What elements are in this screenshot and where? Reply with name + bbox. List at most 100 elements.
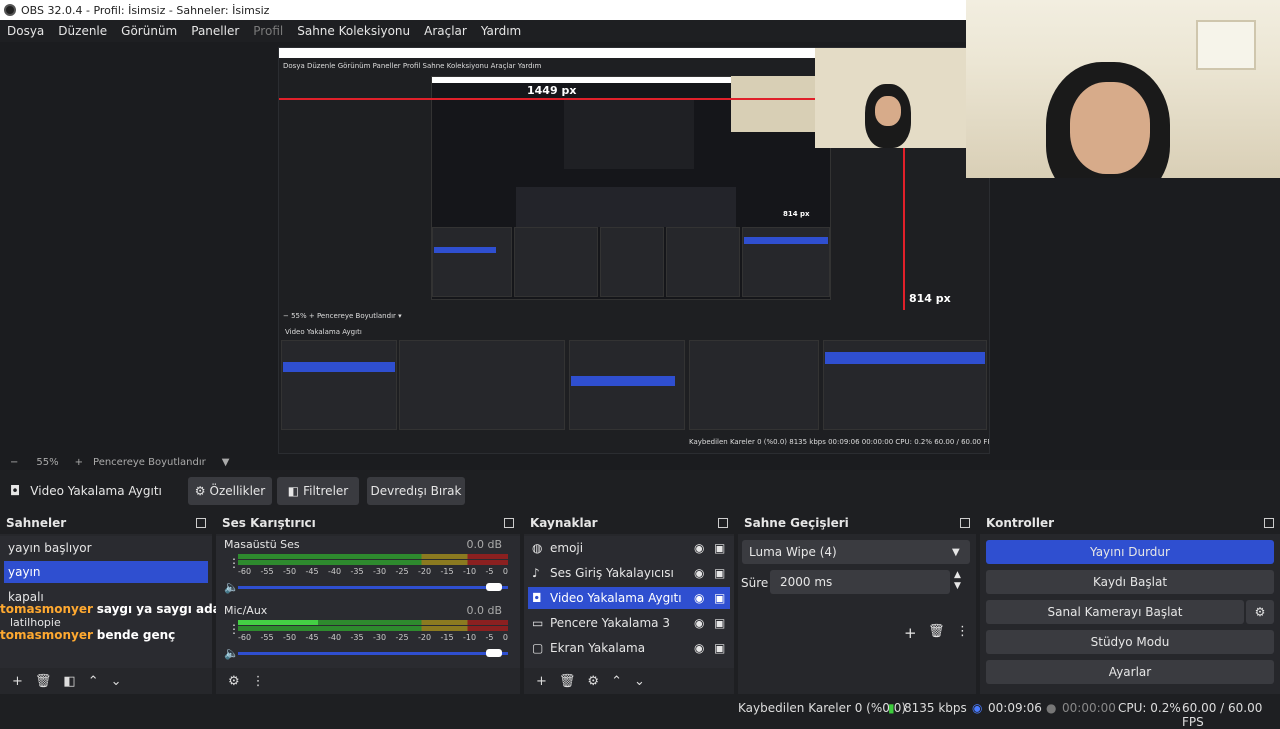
source-item-selected[interactable]: ◘ Video Yakalama Aygıtı ◉ ▣: [528, 587, 730, 609]
gear-icon[interactable]: ⚙: [1246, 600, 1274, 624]
filters-button[interactable]: ◧ Filtreler: [277, 477, 359, 505]
speaker-icon[interactable]: 🔈: [224, 646, 239, 660]
zoom-bar: − 55% + Pencereye Boyutlandır ▼: [0, 454, 1280, 470]
transition-select[interactable]: Luma Wipe (4) ▼: [742, 540, 970, 564]
lock-icon[interactable]: ▣: [714, 541, 730, 555]
preview-canvas[interactable]: Dosya Düzenle Görünüm Paneller Profil Sa…: [278, 47, 990, 454]
source-item[interactable]: ♪ Ses Giriş Yakalayıcısı ◉ ▣: [528, 562, 730, 584]
transition-menu-icon[interactable]: ⋮: [956, 624, 969, 639]
volume-slider-knob[interactable]: [486, 649, 502, 657]
scene-item[interactable]: yayın başlıyor: [4, 537, 208, 559]
properties-button[interactable]: ⚙ Özellikler: [188, 477, 272, 505]
remove-scene-button[interactable]: 🗑: [35, 674, 52, 689]
cpu-usage: CPU: 0.2%: [1118, 701, 1181, 715]
zoom-dropdown-icon[interactable]: ▼: [222, 457, 230, 468]
lock-icon[interactable]: ▣: [714, 641, 730, 655]
move-up-button[interactable]: ⌃: [611, 674, 622, 689]
undock-icon[interactable]: [1264, 518, 1274, 528]
camera-icon: ◘: [10, 483, 21, 499]
camera-icon: ◘: [532, 591, 542, 605]
filter-icon: ◧: [287, 484, 300, 498]
move-up-button[interactable]: ⌃: [88, 674, 99, 689]
volume-slider-knob[interactable]: [486, 583, 502, 591]
menu-scene-collection[interactable]: Sahne Koleksiyonu: [290, 24, 417, 38]
settings-button[interactable]: Ayarlar: [986, 660, 1274, 684]
guide-label-small: 814 px: [783, 210, 810, 218]
menu-help[interactable]: Yardım: [474, 24, 528, 38]
menu-edit[interactable]: Düzenle: [51, 24, 114, 38]
nested-docks: − 55% + Pencereye Boyutlandır ▾ Video Ya…: [279, 310, 989, 453]
menu-tools[interactable]: Araçlar: [417, 24, 474, 38]
mixer-dock: Ses Karıştırıcı Masaüstü Ses 0.0 dB ⋮ -6…: [216, 512, 520, 694]
undock-icon[interactable]: [196, 518, 206, 528]
undock-icon[interactable]: [504, 518, 514, 528]
menu-profile[interactable]: Profil: [246, 24, 290, 38]
stop-stream-button[interactable]: Yayını Durdur: [986, 540, 1274, 564]
remove-source-button[interactable]: 🗑: [559, 674, 576, 689]
chat-line: tomasmonyer saygı ya saygı adamim: [0, 602, 250, 616]
monitor-icon: ▢: [532, 641, 544, 655]
eye-icon[interactable]: ◉: [694, 641, 714, 655]
transitions-dock: Sahne Geçişleri Luma Wipe (4) ▼ Süre 200…: [738, 512, 976, 694]
volume-slider[interactable]: [238, 586, 508, 589]
lock-icon[interactable]: ▣: [714, 616, 730, 630]
fit-window-button[interactable]: Pencereye Boyutlandır: [93, 457, 206, 468]
add-transition-button[interactable]: +: [904, 624, 917, 642]
remove-transition-button[interactable]: 🗑: [928, 624, 945, 639]
start-recording-button[interactable]: Kaydı Başlat: [986, 570, 1274, 594]
speaker-icon[interactable]: 🔈: [224, 580, 239, 594]
source-item[interactable]: ▢ Ekran Yakalama ◉ ▣: [528, 637, 730, 659]
mixer-body: Masaüstü Ses 0.0 dB ⋮ -60 -55 -50 -45 -40 -35…: [216, 536, 520, 668]
deactivate-button[interactable]: Devredışı Bırak: [367, 477, 465, 505]
chevron-down-icon: ▼: [952, 546, 960, 558]
scene-item-selected[interactable]: yayın: [4, 561, 208, 583]
record-icon: ●: [1046, 701, 1057, 715]
eye-icon[interactable]: ◉: [694, 541, 714, 555]
source-item[interactable]: ◍ emoji ◉ ▣: [528, 537, 730, 559]
menu-docks[interactable]: Paneller: [184, 24, 246, 38]
undock-icon[interactable]: [960, 518, 970, 528]
volume-meter: [238, 560, 508, 565]
lock-icon[interactable]: ▣: [714, 566, 730, 580]
menu-view[interactable]: Görünüm: [114, 24, 184, 38]
virtual-camera-button[interactable]: Sanal Kamerayı Başlat: [986, 600, 1244, 624]
menu-file[interactable]: Dosya: [0, 24, 51, 38]
lock-icon[interactable]: ▣: [714, 591, 730, 605]
volume-slider[interactable]: [238, 652, 508, 655]
eye-icon[interactable]: ◉: [694, 616, 714, 630]
bitrate: 8135 kbps: [904, 701, 967, 715]
obs-logo-icon: [4, 4, 16, 16]
meter-level: [238, 620, 318, 625]
duration-input[interactable]: 2000 ms: [770, 570, 950, 594]
studio-mode-button[interactable]: Stüdyo Modu: [986, 630, 1274, 654]
mixer-footer: ⚙ ⋮: [216, 668, 520, 694]
add-source-button[interactable]: +: [536, 674, 547, 689]
window-icon: ▭: [532, 616, 544, 630]
move-down-button[interactable]: ⌄: [634, 674, 645, 689]
zoom-out-button[interactable]: −: [10, 457, 18, 468]
transitions-title: Sahne Geçişleri: [738, 512, 976, 534]
mixer-title: Ses Karıştırıcı: [216, 512, 520, 534]
sources-list: ◍ emoji ◉ ▣ ♪ Ses Giriş Yakalayıcısı ◉ ▣…: [524, 536, 734, 668]
guide-label-right: 814 px: [909, 292, 951, 305]
eye-icon[interactable]: ◉: [694, 591, 714, 605]
mixer-menu-icon[interactable]: ⋮: [252, 674, 265, 689]
zoom-in-button[interactable]: +: [75, 457, 83, 468]
chat-message: bende genç: [96, 628, 176, 642]
add-scene-button[interactable]: +: [12, 674, 23, 689]
duration-label: Süre: [741, 576, 769, 590]
scenes-footer: + 🗑 ◧ ⌃ ⌄: [0, 668, 212, 694]
duration-stepper[interactable]: ▲ ▼: [954, 570, 961, 592]
scene-filters-button[interactable]: ◧: [63, 674, 75, 689]
eye-icon[interactable]: ◉: [694, 566, 714, 580]
move-down-button[interactable]: ⌄: [111, 674, 122, 689]
mixer-channel-db: 0.0 dB: [466, 604, 502, 617]
undock-icon[interactable]: [718, 518, 728, 528]
source-item[interactable]: ▭ Pencere Yakalama 3 ◉ ▣: [528, 612, 730, 634]
scenes-list: yayın başlıyor yayın kapalı tomasmonyer …: [0, 536, 250, 668]
chat-line: tomasmonyer bende genç: [0, 628, 175, 642]
guide-label-top: 1449 px: [527, 84, 577, 97]
advanced-audio-icon[interactable]: ⚙: [228, 674, 240, 689]
source-properties-button[interactable]: ⚙: [587, 674, 599, 689]
mixer-channel-db: 0.0 dB: [466, 538, 502, 551]
